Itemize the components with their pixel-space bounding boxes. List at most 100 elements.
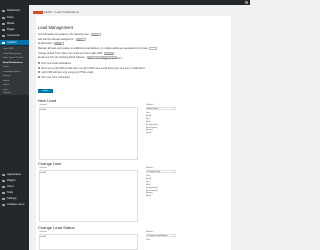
setting-label: Add lead for all leads assigned to: [38,37,74,41]
subject-label: Subject [146,231,154,233]
brand-name: LEAD [44,10,52,14]
email-format-value: HTML [55,43,62,46]
content-textarea[interactable]: [lead] [39,170,138,222]
sidebar-item-label: Comments [7,34,20,37]
sidebar-item-label: Users [7,185,14,188]
sidebar-item-label: Pages [7,28,15,31]
checkbox-label: Don't send lead notifications [41,62,72,65]
content-textarea[interactable]: [lead] [39,107,138,160]
avatar[interactable] [245,1,248,4]
pages-icon [2,28,5,31]
checkbox-label: Don't use 'from' information [41,75,71,79]
checkbox-row: Light CRM will work only using only HTML… [38,71,93,74]
sidebar-item-label: Collapse menu [7,203,25,206]
subject-value: Change Lead Status [147,235,168,237]
submenu-item[interactable]: Reports [0,74,29,78]
settings-icon [2,197,5,200]
section-title: Change User [38,161,62,166]
sidebar-item-tools[interactable]: Tools [0,190,29,195]
sidebar-item-label: Plugins [7,179,16,182]
variables-list: Use: [lead] [url] [title] [assigned to] … [146,112,158,135]
subject-input[interactable]: Change Lead Status [146,234,176,238]
additional-email-input[interactable] [149,47,158,50]
brand-logo [33,10,43,14]
save-button[interactable]: Save Changes [38,89,53,96]
setting-row: Send all leads and updates to the follow… [38,33,102,37]
variables-heading: Use: [146,239,151,241]
setting-row: Email Notices HTML [38,42,65,46]
submenu-item[interactable]: Light CRM [0,47,29,51]
assigned-select-value: Admin [76,38,84,42]
subject-label: Subject [146,167,154,169]
from-name-input[interactable]: Default [104,51,115,56]
sidebar-item-lightbox[interactable]: Lightbox [0,40,29,45]
sidebar-item-media[interactable]: Media [0,21,29,26]
variables-list: Use: [lead] [url] [title] [assigned to] … [146,175,158,198]
comments-icon [2,34,5,37]
sidebar-item-label: Settings [7,197,17,200]
sidebar-item-settings[interactable]: Settings [0,196,29,201]
sidebar-item-appearance[interactable]: Appearance [0,172,29,177]
checkbox[interactable] [38,62,41,65]
setting-label: Change default 'From Name' for emails se… [38,51,103,55]
subject-value: New Lead [147,108,158,110]
tools-icon [2,191,5,194]
breadcrumb: LEAD > Lead Notifications [33,10,79,14]
content-textarea[interactable]: [lead] [39,234,138,250]
sidebar-item-users[interactable]: Users [0,184,29,189]
sidebar-item-label: Posts [7,16,14,19]
submenu-item[interactable]: Sales Types & Fields [0,56,29,60]
setting-row: Email sent from the following Email Addr… [38,56,122,60]
sidebar-item-dashboard[interactable]: Dashboard [0,8,29,13]
sidebar-item-plugins[interactable]: Plugins [0,178,29,183]
users-icon [2,185,5,188]
setting-label: Maintain all leads and updates to additi… [38,47,148,51]
sidebar-item-label: Appearance [7,173,21,176]
assigned-select[interactable]: Admin [75,37,86,42]
collapse-menu-button[interactable]: Collapse menu [0,202,29,207]
media-icon [2,22,5,25]
posts-icon [2,16,5,19]
checkbox[interactable] [38,66,41,69]
checkbox[interactable] [38,71,41,74]
subject-value: Change User [147,171,161,173]
from-email-value: Name <no-reply@yoursite.com> [87,57,123,60]
submenu-item-current[interactable]: Email Notifications [0,61,29,65]
user-select[interactable]: Admin [91,33,102,37]
submenu-item[interactable]: Lead Aggregation [0,70,29,74]
variable-item: [date] [146,132,152,135]
sidebar-item-label: Lightbox [7,41,17,44]
submenu-item[interactable]: Leads [0,65,29,69]
sidebar-submenu: Light CRM Lead Management Sales Types & … [0,46,29,95]
checkbox-label: Don't send Light CRM emails when no Ligh… [41,66,145,70]
submenu-item[interactable]: Upgrade [0,91,29,95]
setting-row: Maintain all leads and updates to additi… [38,47,158,51]
checkbox-label: Light CRM will work only using only HTML… [41,71,94,74]
content-value: [lead] [40,171,46,174]
variable-item: [date] [146,195,152,198]
sidebar-item-pages[interactable]: Pages [0,27,29,32]
user-select-value: Admin [92,34,99,37]
setting-label: Email sent from the following Email Addr… [38,56,86,60]
section-title: Change Lead Status [38,225,75,230]
submenu-item[interactable]: Lead Management [0,52,29,56]
checkbox-row: Don't use 'from' information [38,76,70,79]
plugins-icon [2,179,5,182]
subject-input[interactable]: New Lead [146,107,176,111]
from-email-input[interactable]: Name <no-reply@yoursite.com> [86,56,122,60]
subject-input[interactable]: Change User [146,170,176,174]
sidebar-item-label: Tools [7,191,14,194]
content-value: [lead] [40,235,46,238]
sidebar-item-label: Media [7,22,15,25]
checkbox[interactable] [38,75,41,78]
sidebar-item-posts[interactable]: Posts [0,15,29,20]
submenu-item[interactable]: Import [0,79,29,83]
submenu-item[interactable]: Export [0,83,29,87]
appearance-icon [2,173,5,176]
email-format-select[interactable]: HTML [54,42,65,46]
sidebar-item-comments[interactable]: Comments [0,33,29,38]
content-label: Content [39,231,47,233]
dashboard-icon [2,9,5,12]
subject-label: Subject [146,104,154,106]
page-title: Lead Management [38,25,73,30]
